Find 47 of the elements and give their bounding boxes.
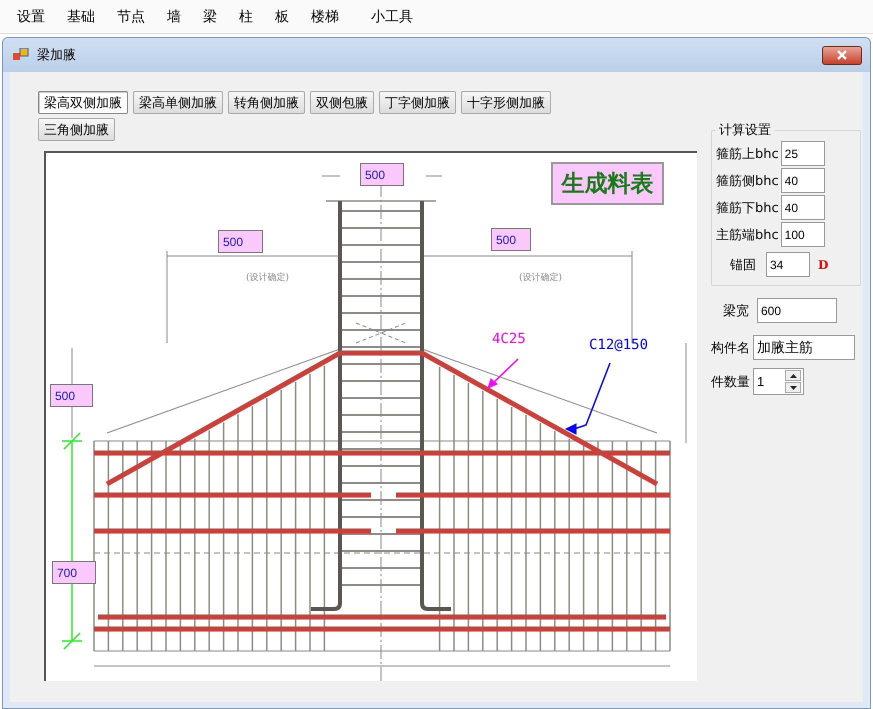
field-label: 箍筋下bhc — [716, 200, 779, 216]
menu-item[interactable]: 楼梯 — [302, 8, 348, 26]
window-title: 梁加腋 — [37, 47, 77, 64]
menu-item[interactable]: 设置 — [8, 8, 54, 26]
dimension-note: (设计确定) — [246, 272, 290, 284]
input-field[interactable]: 100 — [780, 222, 825, 247]
dimension-input[interactable]: 700 — [52, 561, 96, 584]
field-label: 箍筋上bhc — [716, 146, 779, 162]
tab-button[interactable]: 三角侧加腋 — [38, 118, 115, 141]
input-field[interactable]: 25 — [780, 141, 825, 166]
close-icon — [836, 50, 848, 60]
tab-button[interactable]: 梁高单侧加腋 — [133, 91, 223, 114]
input-field[interactable]: 34 — [766, 252, 810, 277]
close-button[interactable] — [822, 46, 862, 64]
rebar-label: C12@150 — [589, 337, 648, 353]
dimension-input[interactable]: 500 — [360, 163, 404, 186]
dimension-note: (设计确定) — [519, 272, 562, 284]
menu-item[interactable]: 小工具 — [362, 8, 422, 26]
tab-button[interactable]: 双侧包腋 — [310, 91, 374, 114]
menu-item[interactable]: 基础 — [58, 8, 104, 26]
menu-item[interactable]: 节点 — [108, 8, 154, 26]
group-title: 计算设置 — [718, 122, 772, 139]
tab-button[interactable]: 丁字侧加腋 — [379, 91, 456, 114]
dimension-input[interactable]: 500 — [491, 228, 531, 251]
input-field[interactable]: 40 — [780, 195, 825, 220]
rebar-label: 4C25 — [492, 331, 526, 347]
generate-table-button[interactable]: 生成料表 — [551, 162, 664, 205]
input-field[interactable]: 加腋主筋 — [753, 335, 855, 360]
menu-item[interactable]: 墙 — [158, 8, 190, 26]
unit-label: D — [818, 258, 828, 272]
tab-button[interactable]: 梁高双侧加腋 — [38, 91, 128, 114]
field-label: 构件名 — [711, 340, 750, 356]
menu-item[interactable]: 梁 — [194, 8, 226, 26]
dimension-input[interactable]: 500 — [218, 230, 263, 253]
input-field[interactable]: 40 — [780, 168, 825, 193]
tab-button[interactable]: 转角侧加腋 — [228, 91, 305, 114]
tab-button[interactable]: 十字形侧加腋 — [461, 91, 551, 114]
window-icon — [13, 48, 29, 62]
field-label: 箍筋侧bhc — [716, 172, 779, 190]
field-label: 件数量 — [711, 374, 750, 390]
field-label: 梁宽 — [723, 302, 749, 320]
menu-item[interactable]: 柱 — [230, 8, 262, 26]
input-field[interactable]: 600 — [757, 298, 837, 323]
menu-item[interactable]: 板 — [266, 8, 298, 26]
field-label: 主筋端bhc — [716, 226, 779, 244]
field-label: 锚固 — [730, 256, 756, 274]
dimension-input[interactable]: 500 — [50, 384, 93, 407]
